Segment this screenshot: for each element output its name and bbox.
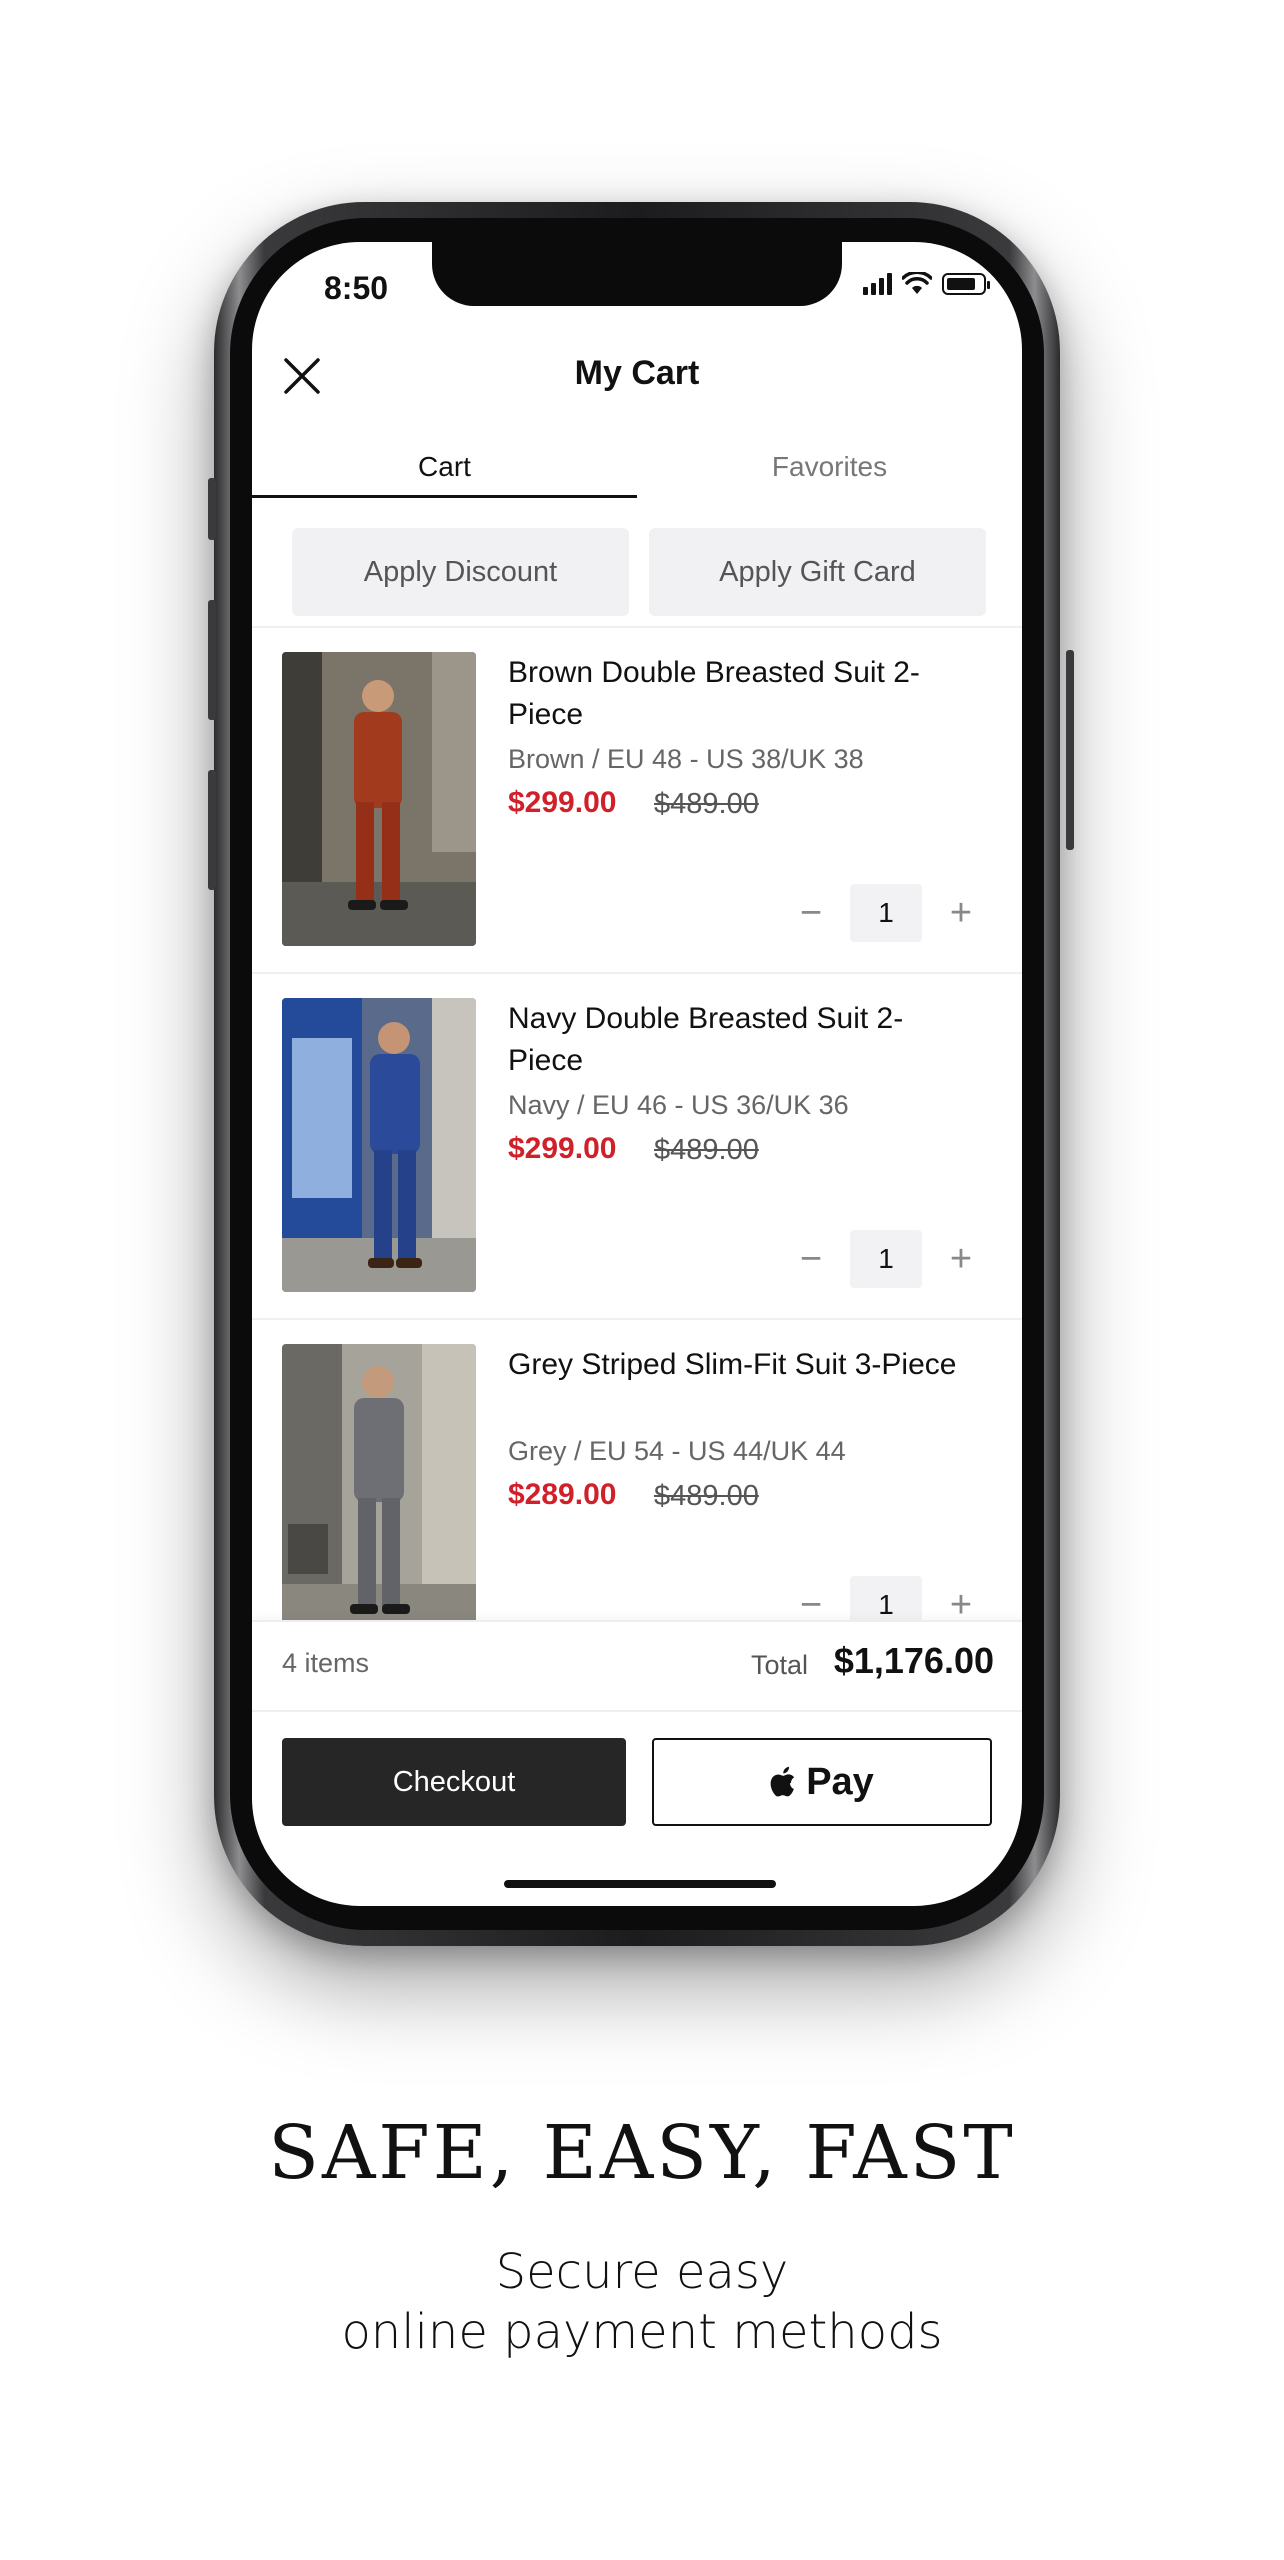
quantity-value: 1 <box>850 1230 922 1288</box>
wifi-icon <box>902 272 932 294</box>
original-price: $489.00 <box>654 1134 759 1166</box>
volume-up-button <box>208 600 216 720</box>
mute-switch <box>208 478 216 540</box>
quantity-stepper: − 1 + <box>796 1230 976 1288</box>
quantity-value: 1 <box>850 884 922 942</box>
promo-headline: SAFE, EASY, FAST <box>268 2110 1016 2196</box>
home-indicator[interactable] <box>504 1880 776 1888</box>
product-image[interactable] <box>282 1344 476 1638</box>
quantity-stepper: − 1 + <box>796 884 976 942</box>
minus-icon[interactable]: − <box>796 1230 826 1288</box>
battery-icon <box>942 273 990 295</box>
suit-jacket <box>354 712 402 808</box>
product-variant: Grey / EU 54 - US 44/UK 44 <box>508 1436 846 1466</box>
product-name[interactable]: Grey Striped Slim-Fit Suit 3-Piece <box>508 1344 968 1386</box>
apple-pay-label: Pay <box>806 1760 874 1803</box>
total-label: Total <box>750 1650 808 1680</box>
cart-item[interactable]: Grey Striped Slim-Fit Suit 3-Piece Grey … <box>252 1318 1022 1666</box>
apply-gift-card-button[interactable]: Apply Gift Card <box>649 528 986 616</box>
suit-jacket <box>370 1054 420 1154</box>
power-button <box>1066 650 1074 850</box>
phone-screen: 8:50 My Cart Cart Favorites Apply Discou… <box>252 242 1022 1906</box>
cellular-signal-icon <box>863 273 892 295</box>
page-title: My Cart <box>574 354 700 392</box>
suit-jacket <box>354 1398 404 1502</box>
volume-down-button <box>208 770 216 890</box>
tab-favorites[interactable]: Favorites <box>637 442 1022 514</box>
total-value: $1,176.00 <box>833 1640 994 1681</box>
cart-item[interactable]: Brown Double Breasted Suit 2-Piece Brown… <box>252 626 1022 974</box>
cart-summary: 4 items Total $1,176.00 <box>252 1620 1022 1712</box>
product-variant: Brown / EU 48 - US 38/UK 38 <box>508 744 864 774</box>
product-image[interactable] <box>282 652 476 946</box>
checkout-button[interactable]: Checkout <box>282 1738 626 1826</box>
sale-price: $299.00 <box>508 786 617 819</box>
cart-item[interactable]: Navy Double Breasted Suit 2-Piece Navy /… <box>252 972 1022 1320</box>
promo-actions: Apply Discount Apply Gift Card <box>292 528 986 616</box>
sale-price: $299.00 <box>508 1132 617 1165</box>
items-count: 4 items <box>282 1648 370 1678</box>
original-price: $489.00 <box>654 1480 759 1512</box>
apple-pay-button[interactable]: Pay <box>652 1738 992 1826</box>
product-name[interactable]: Brown Double Breasted Suit 2-Piece <box>508 652 968 736</box>
product-image[interactable] <box>282 998 476 1292</box>
plus-icon[interactable]: + <box>946 884 976 942</box>
plus-icon[interactable]: + <box>946 1230 976 1288</box>
original-price: $489.00 <box>654 788 759 820</box>
promo-subline: Secure easy online payment methods <box>0 2242 1284 2362</box>
status-time: 8:50 <box>324 270 389 306</box>
tab-cart[interactable]: Cart <box>252 442 637 514</box>
promo-subline-1: Secure easy <box>495 2244 789 2300</box>
product-name[interactable]: Navy Double Breasted Suit 2-Piece <box>508 998 968 1082</box>
promo-subline-2: online payment methods <box>341 2304 943 2360</box>
minus-icon[interactable]: − <box>796 884 826 942</box>
product-variant: Navy / EU 46 - US 36/UK 36 <box>508 1090 849 1120</box>
apple-logo-icon <box>770 1766 795 1797</box>
cart-tabs: Cart Favorites <box>252 442 1022 514</box>
sale-price: $289.00 <box>508 1478 617 1511</box>
status-icons <box>863 272 990 296</box>
notch <box>432 242 842 306</box>
apply-discount-button[interactable]: Apply Discount <box>292 528 629 616</box>
